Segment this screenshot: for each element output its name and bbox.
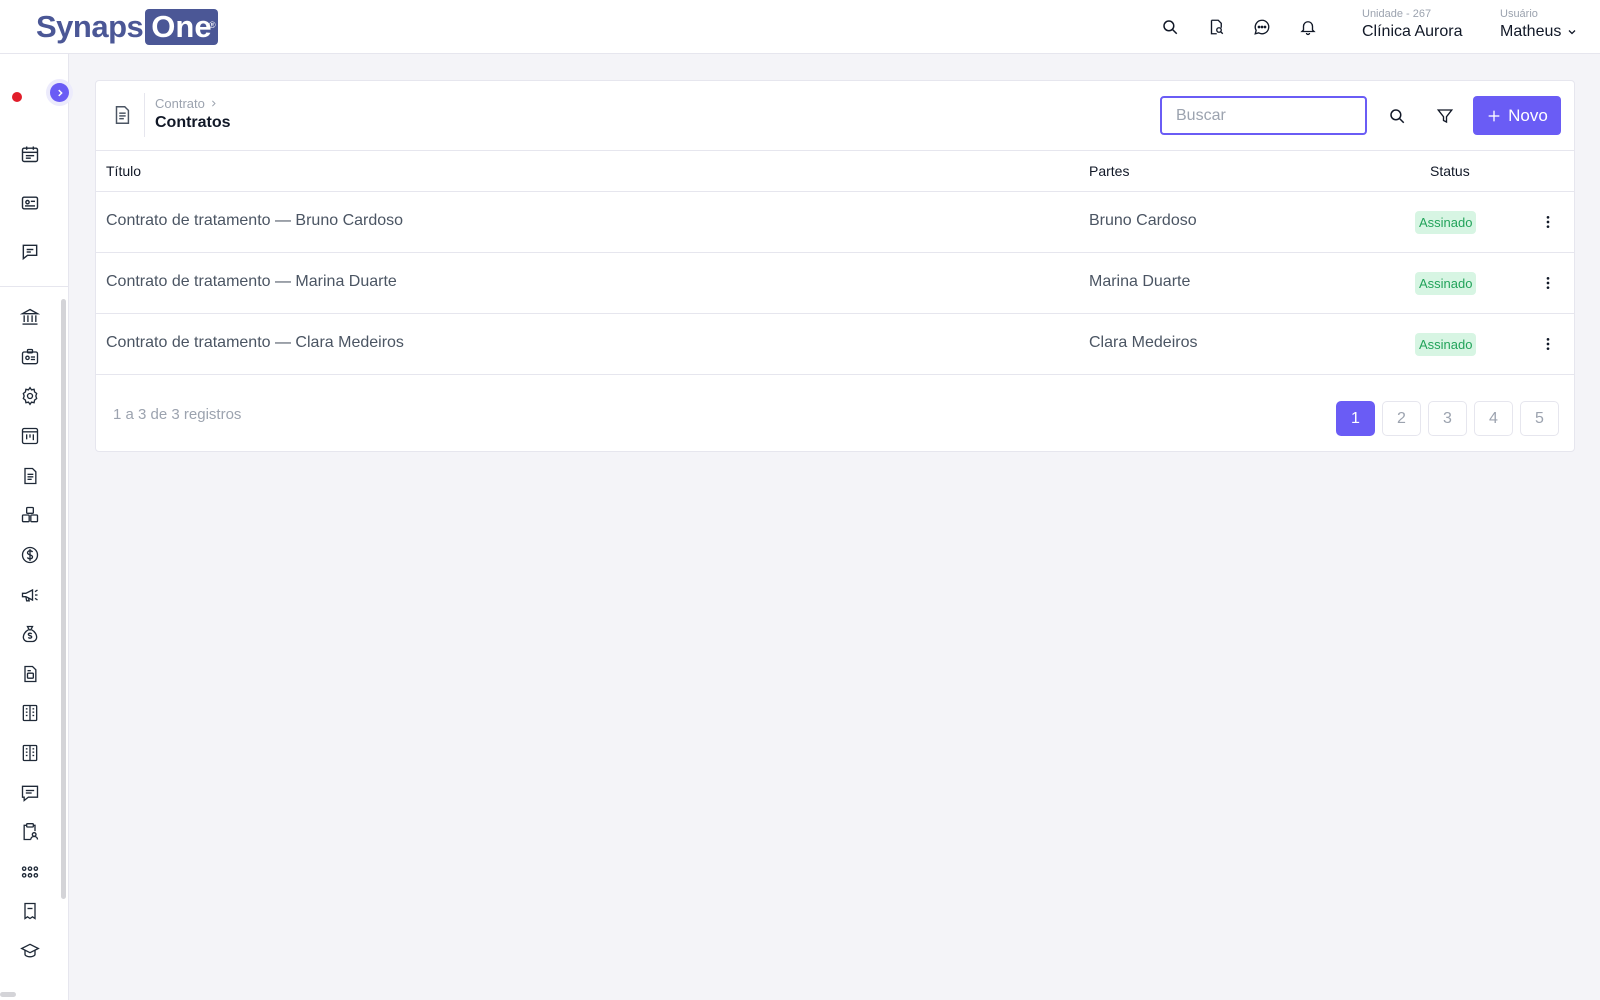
building-alt-icon[interactable] [19,742,41,764]
plus-icon [1488,110,1500,121]
row-parties: Clara Medeiros [1089,334,1198,351]
board-icon[interactable] [19,425,41,447]
breadcrumb[interactable]: Contrato [155,96,218,111]
chevron-right-icon [57,89,63,96]
sidebar-scrollbar[interactable] [61,299,66,899]
row-parties: Bruno Cardoso [1089,212,1197,229]
chevron-down-icon [1568,30,1576,35]
sidebar-horizontal-scrollbar[interactable] [0,992,16,997]
unit-value: Clínica Aurora [1362,23,1463,40]
megaphone-icon[interactable] [19,584,41,606]
sidebar [0,54,69,1000]
money-bag-icon[interactable] [19,623,41,645]
more-vertical-icon [1546,216,1550,228]
row-actions-button[interactable] [1536,210,1560,234]
status-badge: Assinado [1415,211,1477,234]
badge-icon[interactable] [19,346,41,368]
table-row[interactable]: Contrato de tratamento — Clara Medeiros … [96,314,1574,375]
boxes-icon[interactable] [19,504,41,526]
row-title[interactable]: Contrato de tratamento — Clara Medeiros [106,334,404,352]
table-row[interactable]: Contrato de tratamento — Bruno Cardoso B… [96,192,1574,253]
row-title[interactable]: Contrato de tratamento — Marina Duarte [106,273,397,291]
records-count: 1 a 3 de 3 registros [113,406,242,423]
logo-one: One ® [145,9,218,45]
new-button-label: Novo [1508,105,1548,125]
logo-one-text: One [151,9,212,44]
chevron-right-icon [211,100,216,107]
header-separator [144,93,145,137]
document-icon[interactable] [19,465,41,487]
row-actions-button[interactable] [1536,271,1560,295]
comment-list-icon[interactable] [19,782,41,804]
sidebar-toggle-button[interactable] [50,83,69,102]
pagination: 1 2 3 4 5 [1336,401,1559,436]
user-name: Matheus [1500,23,1562,40]
user-label: Usuário [1500,8,1538,20]
column-parties[interactable]: Partes [1089,163,1129,179]
top-bar: Synaps One ® Unidade - 267 Clínica Aurora… [0,0,1600,54]
row-parties: Marina Duarte [1089,273,1191,290]
table-row[interactable]: Contrato de tratamento — Marina Duarte M… [96,253,1574,314]
search-icon [1390,109,1405,124]
tooth-icon[interactable] [19,900,41,922]
unit-label: Unidade - 267 [1362,8,1432,20]
filter-icon [1436,109,1454,124]
new-button[interactable]: Novo [1473,96,1561,135]
message-icon[interactable] [19,241,41,263]
bell-icon[interactable] [1296,15,1320,39]
page-title: Contratos [155,114,231,131]
search-button[interactable] [1384,103,1410,129]
calendar-icon[interactable] [19,143,41,165]
file-text-icon[interactable] [19,663,41,685]
dollar-icon[interactable] [19,544,41,566]
page-button-4[interactable]: 4 [1474,401,1513,436]
status-badge: Assinado [1415,272,1477,295]
page-button-1[interactable]: 1 [1336,401,1375,436]
card-header: Contrato Contratos Novo [96,81,1574,151]
contracts-card: Contrato Contratos Novo Título Partes St… [95,80,1575,452]
status-badge: Assinado [1415,333,1477,356]
logo[interactable]: Synaps One ® [36,8,218,46]
sidebar-divider [0,286,69,287]
column-title[interactable]: Título [106,163,141,179]
row-actions-button[interactable] [1536,332,1560,356]
id-card-icon[interactable] [19,192,41,214]
page-button-3[interactable]: 3 [1428,401,1467,436]
document-icon [110,103,134,127]
page-button-5[interactable]: 5 [1520,401,1559,436]
chat-icon[interactable] [1250,15,1274,39]
graduation-icon[interactable] [19,940,41,962]
breadcrumb-contrato[interactable]: Contrato [155,96,205,111]
more-vertical-icon [1546,277,1550,289]
more-vertical-icon [1546,338,1550,350]
document-search-icon[interactable] [1204,15,1228,39]
bank-icon[interactable] [19,306,41,328]
search-input[interactable] [1160,96,1367,135]
logo-synaps: Synaps [36,9,144,44]
page-button-2[interactable]: 2 [1382,401,1421,436]
search-icon[interactable] [1158,15,1182,39]
table-header: Título Partes Status [96,151,1574,192]
row-title[interactable]: Contrato de tratamento — Bruno Cardoso [106,212,403,230]
gear-icon[interactable] [19,385,41,407]
unit-selector[interactable]: Unidade - 267 Clínica Aurora [1362,8,1463,41]
filter-button[interactable] [1432,103,1458,129]
user-value-row: Matheus [1500,23,1578,41]
clipboard-user-icon[interactable] [19,821,41,843]
recording-indicator [12,92,22,102]
user-menu[interactable]: Usuário Matheus [1500,8,1578,41]
registered-mark: ® [208,20,216,30]
column-status[interactable]: Status [1430,163,1470,179]
building-icon[interactable] [19,702,41,724]
dots-grid-icon[interactable] [19,861,41,883]
